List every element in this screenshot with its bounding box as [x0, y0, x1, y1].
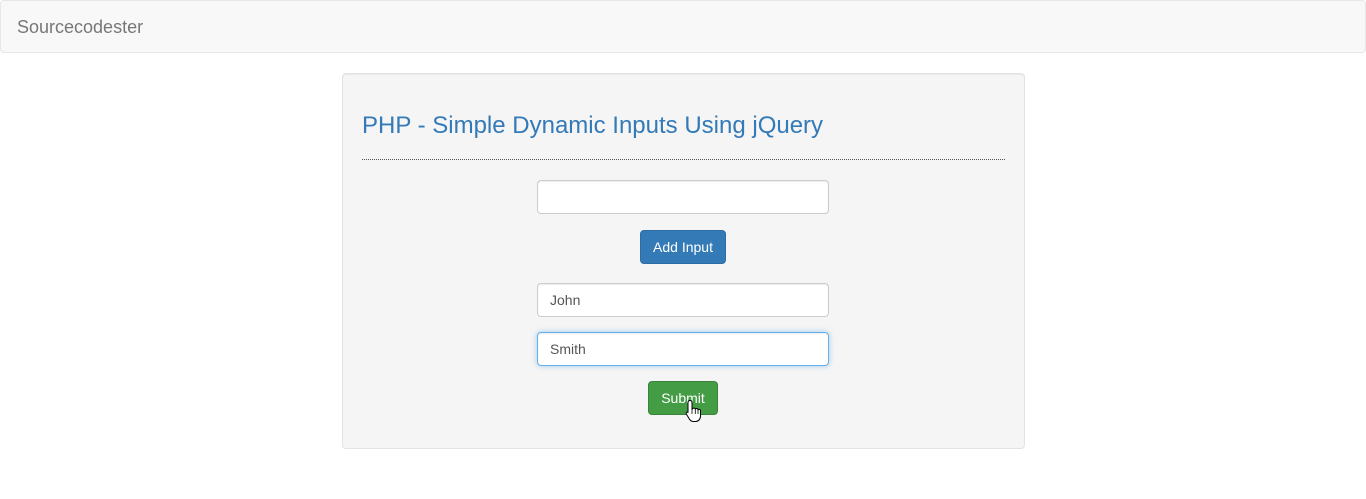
navbar-brand-link[interactable]: Sourcecodester [17, 17, 143, 37]
page-title: PHP - Simple Dynamic Inputs Using jQuery [362, 112, 824, 139]
new-input-field[interactable] [537, 180, 829, 214]
navbar: Sourcecodester [0, 0, 1366, 53]
main-panel: PHP - Simple Dynamic Inputs Using jQuery… [342, 73, 1025, 449]
title-divider [362, 159, 1005, 160]
dynamic-input-2[interactable] [537, 332, 829, 366]
dynamic-input-1[interactable] [537, 283, 829, 317]
submit-button[interactable]: Submit [648, 381, 718, 415]
add-input-button[interactable]: Add Input [640, 230, 726, 264]
